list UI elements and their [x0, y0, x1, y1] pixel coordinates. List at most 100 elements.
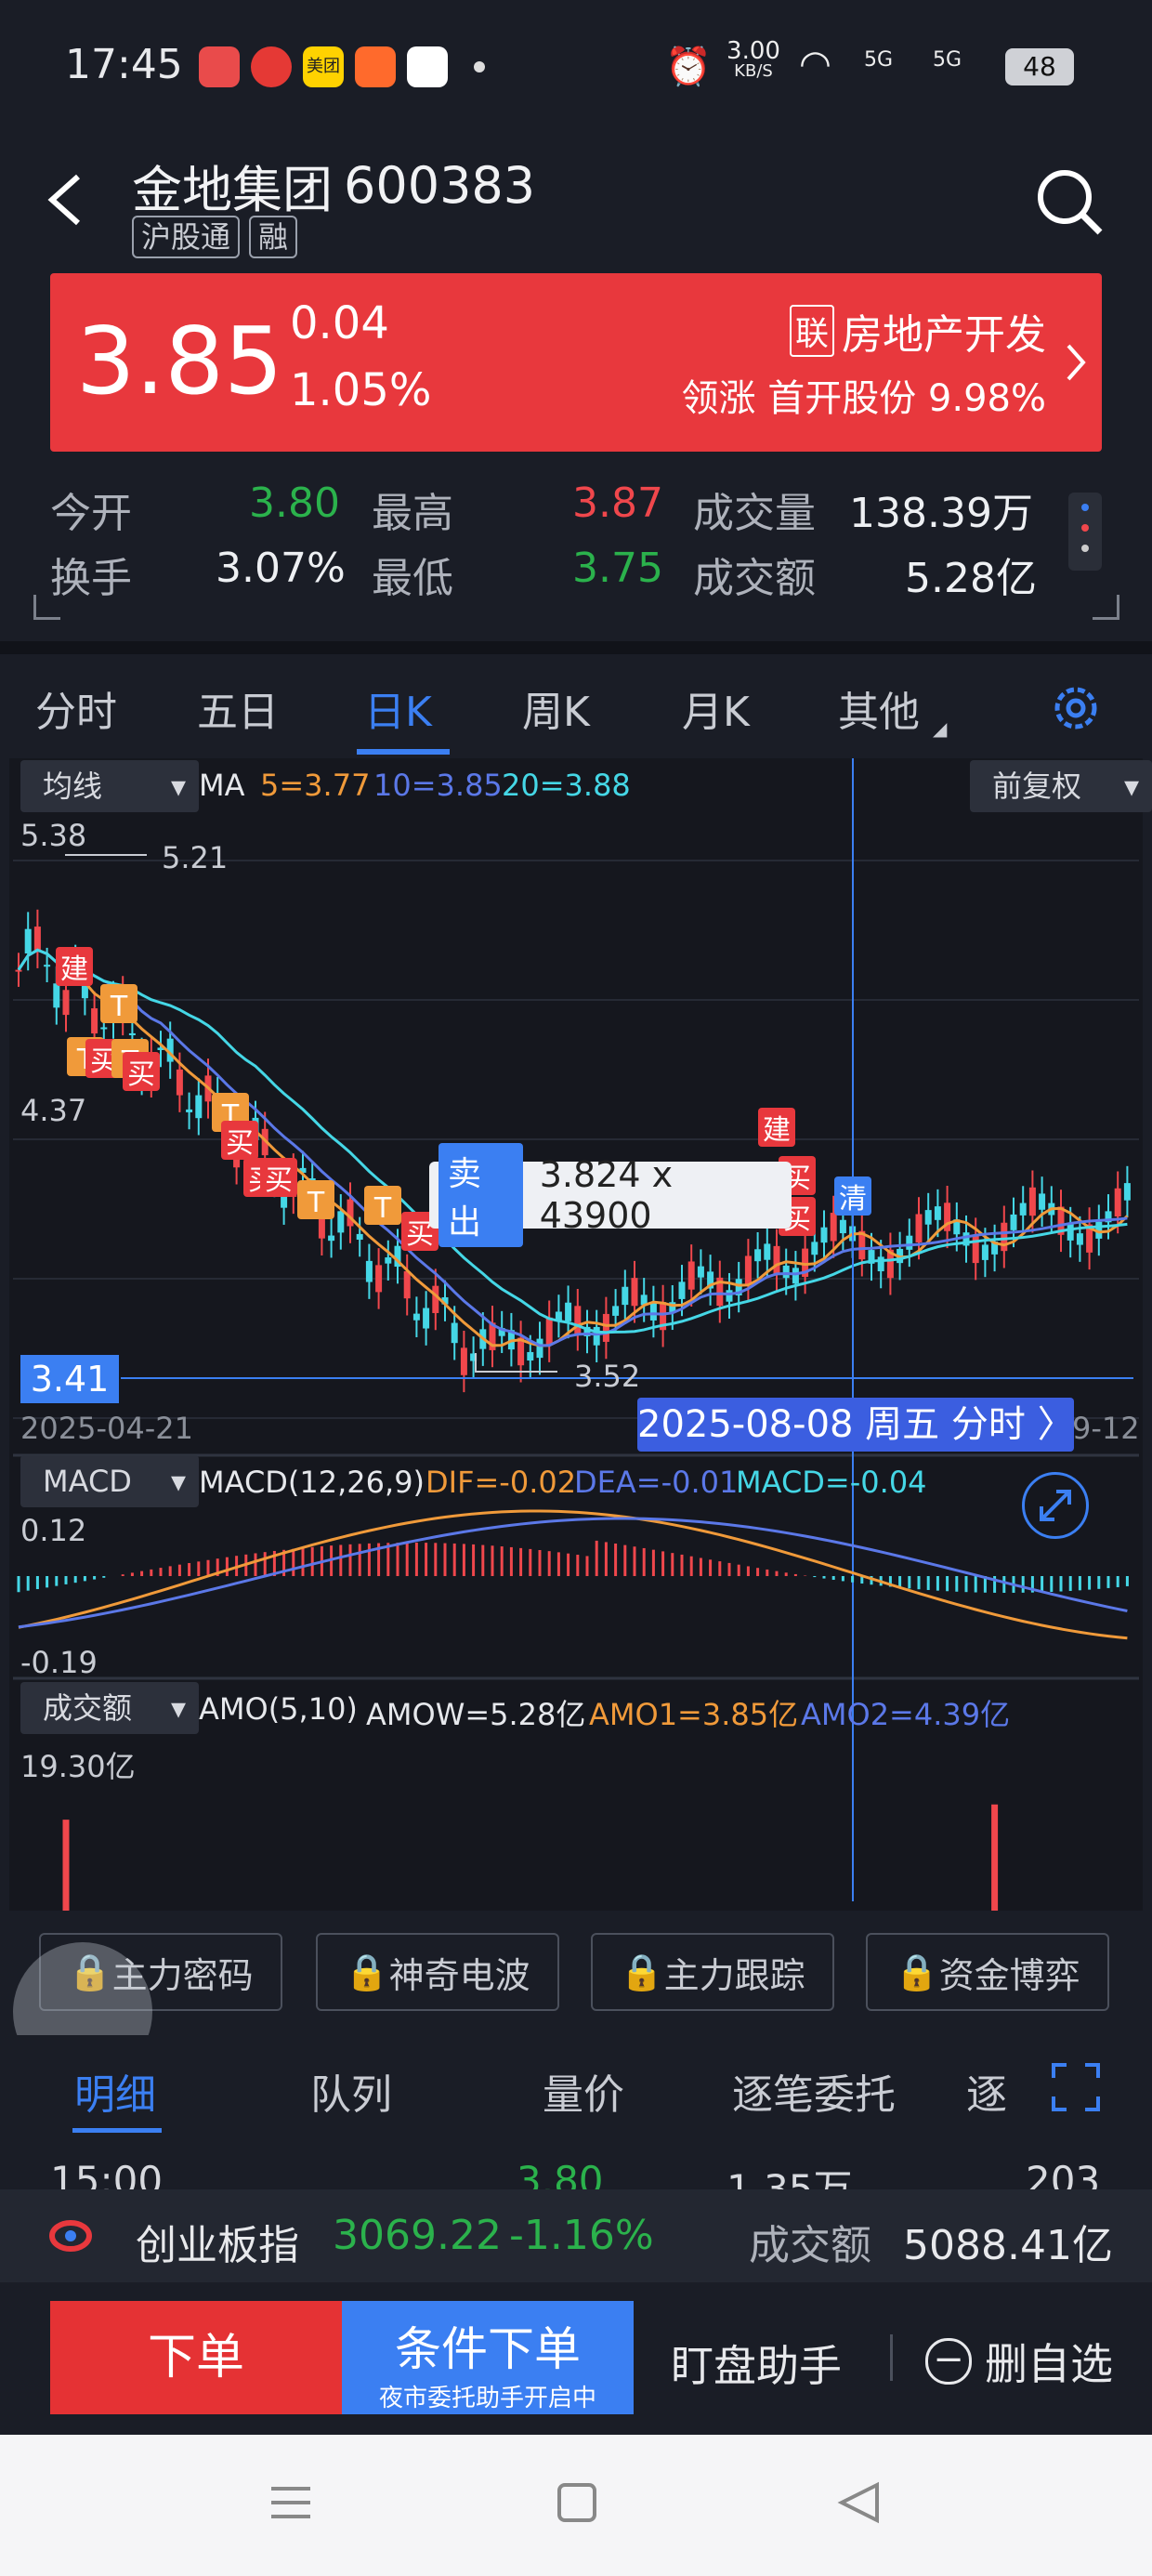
low-label: 最低 [372, 555, 453, 602]
candle-body [1039, 1193, 1046, 1210]
watch-assistant-button[interactable]: 盯盘助手 [671, 2333, 842, 2394]
quote-stats[interactable]: 今开 3.80 最高 3.87 成交量 138.39万 换手 3.07% 最低 … [0, 465, 1152, 632]
tab-monthly-k[interactable]: 月K [682, 678, 750, 738]
index-ticker-bar[interactable]: 创业板指 3069.22 -1.16% 成交额 5088.41亿 [0, 2189, 1152, 2282]
candle-body [754, 1249, 762, 1262]
home-square-icon [557, 2483, 596, 2522]
macd-y-bottom: -0.19 [20, 1645, 98, 1680]
menu-icon [271, 2487, 310, 2518]
low-marker-label: 3.52 [574, 1359, 641, 1394]
trade-marker-label: 清 [839, 1183, 867, 1216]
remove-watchlist-button[interactable]: − 删自选 [925, 2331, 1113, 2392]
sector-name: 房地产开发 [842, 311, 1046, 359]
tab-order-by-order[interactable]: 逐笔委托 [732, 2061, 896, 2121]
candle-body [687, 1261, 695, 1290]
minus-circle-icon: − [925, 2338, 972, 2385]
tab-queue[interactable]: 队列 [310, 2061, 392, 2121]
amo2-value: AMO2=4.39亿 [801, 1697, 1011, 1732]
price-card[interactable]: 3.85 0.04 1.05% 联 房地产开发 领涨 首开股份 9.98% [50, 273, 1102, 452]
cond-order-label: 条件下单 [395, 2322, 581, 2376]
trade-tag: 卖出 [439, 1143, 523, 1247]
candle-body [981, 1244, 988, 1260]
amount-label: 成交额 [693, 555, 816, 602]
tab-more-cut[interactable]: 逐 [966, 2061, 1007, 2121]
app-notification-icon [355, 46, 396, 87]
candle-body [100, 1027, 108, 1030]
signal-5g-icon: 5G [864, 48, 894, 72]
candle-body [128, 1032, 136, 1035]
y-axis-mid-label: 4.37 [20, 1093, 87, 1128]
alarm-icon: ⏰ [665, 46, 712, 88]
candle-body [631, 1278, 638, 1307]
candle-body [527, 1351, 534, 1361]
conditional-order-button[interactable]: 条件下单 夜市委托助手开启中 [342, 2301, 634, 2414]
amo-y-top: 19.30亿 [20, 1749, 136, 1784]
more-stats-icon[interactable] [1068, 493, 1102, 571]
tab-volume-price[interactable]: 量价 [543, 2061, 624, 2121]
trade-marker-label: 买 [265, 1164, 293, 1197]
app-notification-icon [407, 46, 448, 87]
back-button[interactable] [41, 167, 97, 232]
adjustment-selector[interactable]: 前复权 ▾ [970, 760, 1152, 812]
tab-intraday[interactable]: 分时 [35, 678, 117, 738]
chart-settings-button[interactable] [1048, 680, 1104, 736]
index-value: 3069.22 [333, 2212, 502, 2259]
y-axis-top-label: 5.38 [20, 818, 87, 853]
candle-body [764, 1243, 771, 1260]
candle-body [830, 1213, 837, 1242]
macd-y-top: 0.12 [20, 1513, 87, 1548]
status-time: 17:45 [65, 41, 183, 88]
tab-weekly-k[interactable]: 周K [522, 678, 590, 738]
fullscreen-detail-button[interactable] [1050, 2061, 1102, 2113]
amo-selector[interactable]: 成交额 ▾ [20, 1682, 199, 1734]
back-triangle-icon [837, 2481, 879, 2524]
candle-body [602, 1313, 609, 1342]
cursor-date-button[interactable]: 2025-08-08 周五 分时 〉 [637, 1398, 1075, 1452]
expand-corner-icon [33, 595, 60, 620]
candle-body [915, 1214, 923, 1242]
candle-body [53, 983, 60, 1008]
more-notifications-dot [474, 61, 485, 72]
last-price: 3.85 [76, 307, 283, 415]
status-bar: 17:45 美团 ⏰ 3.00 KB/S ◠ 5G 5G 48 [0, 0, 1152, 139]
macd-selector[interactable]: MACD ▾ [20, 1455, 199, 1507]
trade-marker-label: T [373, 1192, 392, 1225]
back-nav-button[interactable] [836, 2479, 883, 2530]
candle-body [15, 969, 22, 972]
macd-dif: DIF=-0.02 [425, 1465, 577, 1500]
locked-feature-button[interactable]: 🔒 神奇电波 [316, 1933, 559, 2011]
candle-body [792, 1268, 799, 1284]
menu-nav-button[interactable] [268, 2479, 314, 2530]
candle-body [649, 1302, 657, 1321]
remove-watchlist-label: 删自选 [985, 2339, 1113, 2389]
tab-other[interactable]: 其他 [838, 678, 920, 738]
fullscreen-chart-button[interactable] [1022, 1472, 1089, 1539]
candle-body [412, 1313, 420, 1321]
wifi-icon: ◠ [799, 43, 831, 85]
ma-selector[interactable]: 均线 ▾ [20, 760, 199, 812]
candle-body [432, 1285, 439, 1313]
open-value: 3.80 [249, 480, 340, 527]
order-button[interactable]: 下单 [50, 2301, 342, 2414]
ma-selector-label: 均线 [43, 769, 103, 804]
index-amount-label: 成交额 [749, 2222, 871, 2269]
candle-body [375, 1265, 383, 1293]
feature-label: 资金博弈 [938, 1954, 1080, 1996]
active-subtab-indicator [72, 2128, 162, 2133]
candle-body [1010, 1214, 1017, 1230]
home-nav-button[interactable] [554, 2479, 600, 2530]
dropdown-triangle-icon: ▾ [170, 1464, 186, 1499]
chart-canvas[interactable]: 建TT买T买T买买买TT买建买买清 [0, 758, 1152, 1911]
locked-feature-button[interactable]: 🔒 资金博弈 [866, 1933, 1109, 2011]
date-axis-end: 9-12 [1072, 1411, 1140, 1446]
locked-feature-button[interactable]: 🔒 主力跟踪 [591, 1933, 834, 2011]
candle-body [574, 1306, 582, 1334]
candle-body [337, 1211, 345, 1233]
net-speed: 3.00 KB/S [721, 39, 786, 82]
tab-five-day[interactable]: 五日 [197, 678, 279, 738]
app-notification-icon [199, 46, 240, 87]
search-button[interactable] [1033, 165, 1107, 240]
tab-detail[interactable]: 明细 [74, 2061, 156, 2121]
tab-daily-k[interactable]: 日K [364, 678, 432, 738]
candle-body [91, 1008, 98, 1034]
